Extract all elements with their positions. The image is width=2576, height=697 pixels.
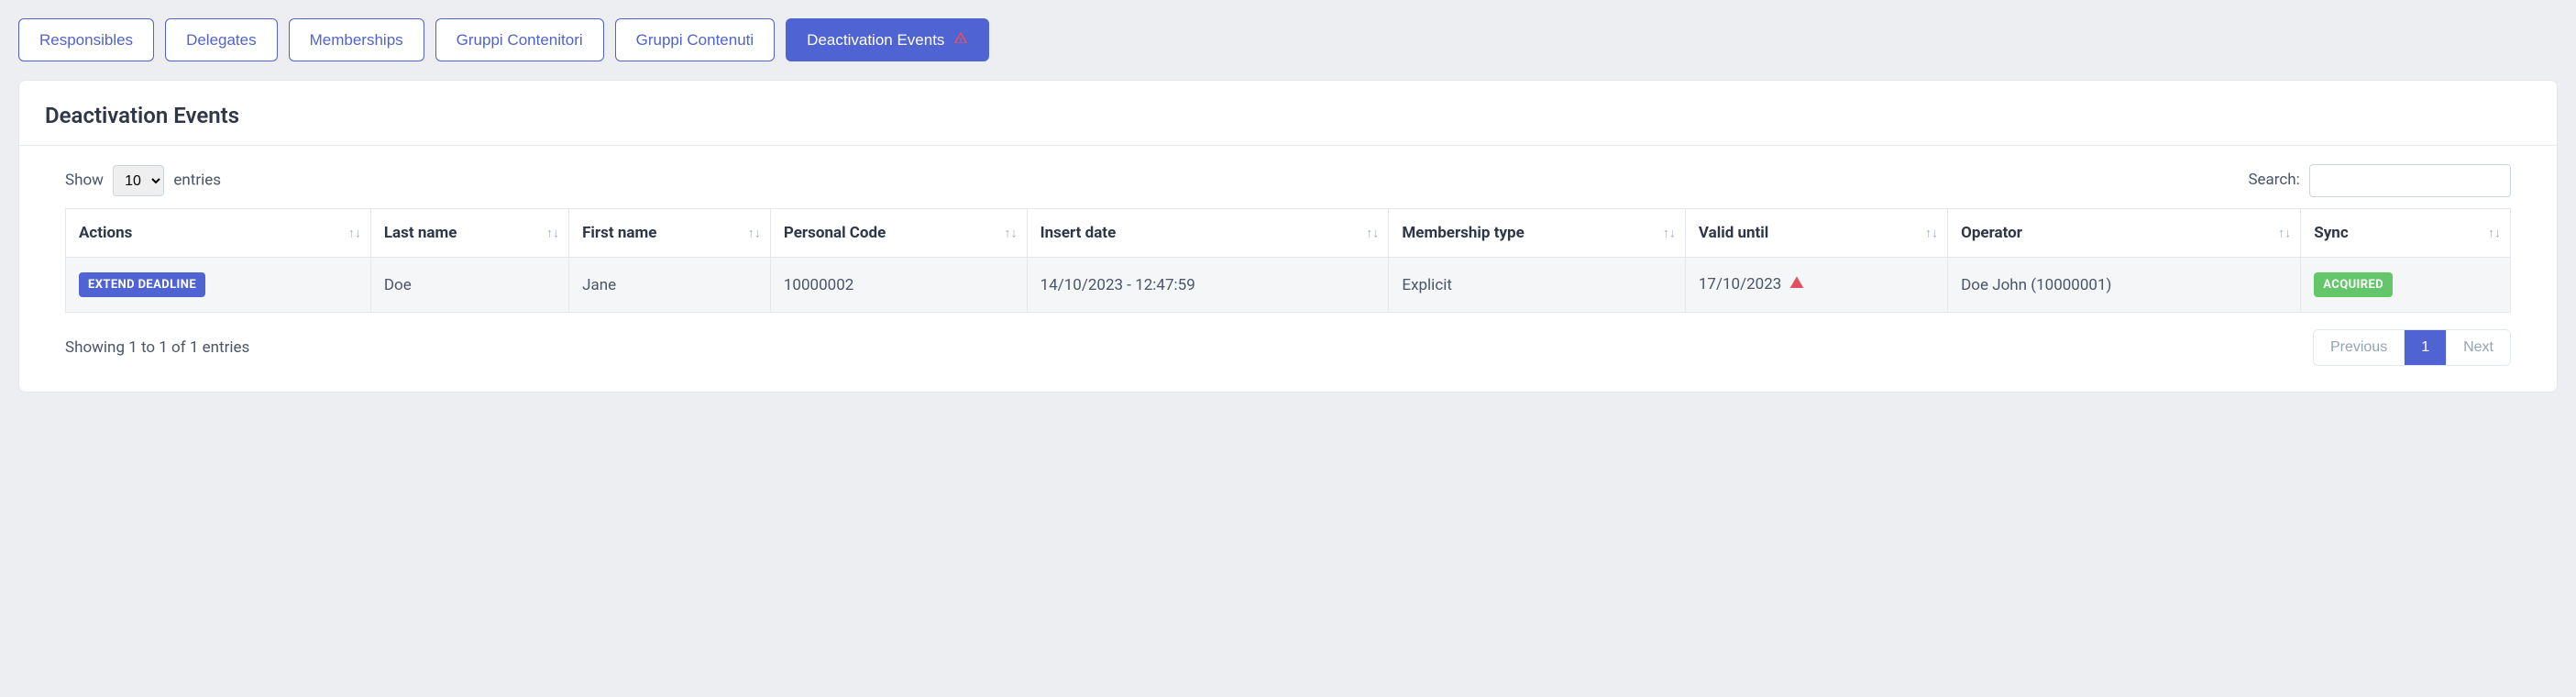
sort-icon: ↑↓ xyxy=(1925,226,1938,241)
table-info: Showing 1 to 1 of 1 entries xyxy=(65,338,249,357)
pagination: Previous 1 Next xyxy=(2313,329,2511,366)
tab-deactivation-events[interactable]: Deactivation Events xyxy=(786,18,989,61)
cell-valid-until: 17/10/2023 xyxy=(1685,258,1947,313)
table-footer: Showing 1 to 1 of 1 entries Previous 1 N… xyxy=(19,313,2557,392)
sync-badge: ACQUIRED xyxy=(2314,272,2393,297)
cell-personal-code: 10000002 xyxy=(770,258,1027,313)
entries-length-control: Show 10 entries xyxy=(65,165,221,196)
col-operator[interactable]: Operator ↑↓ xyxy=(1948,209,2301,258)
tab-responsibles[interactable]: Responsibles xyxy=(18,18,154,61)
col-actions[interactable]: Actions ↑↓ xyxy=(66,209,371,258)
col-first-name[interactable]: First name ↑↓ xyxy=(569,209,771,258)
col-last-name[interactable]: Last name ↑↓ xyxy=(370,209,568,258)
sort-icon: ↑↓ xyxy=(546,226,559,241)
table-row: EXTEND DEADLINE Doe Jane 10000002 14/10/… xyxy=(66,258,2511,313)
search-control: Search: xyxy=(2248,164,2511,197)
panel-title: Deactivation Events xyxy=(19,81,2557,146)
page-next[interactable]: Next xyxy=(2446,330,2510,365)
page-previous[interactable]: Previous xyxy=(2314,330,2404,365)
search-label: Search: xyxy=(2248,171,2299,189)
cell-last-name: Doe xyxy=(370,258,568,313)
col-personal-code[interactable]: Personal Code ↑↓ xyxy=(770,209,1027,258)
cell-first-name: Jane xyxy=(569,258,771,313)
cell-operator: Doe John (10000001) xyxy=(1948,258,2301,313)
cell-insert-date: 14/10/2023 - 12:47:59 xyxy=(1027,258,1389,313)
show-label: Show xyxy=(65,171,104,190)
col-membership-type[interactable]: Membership type ↑↓ xyxy=(1389,209,1685,258)
col-valid-until[interactable]: Valid until ↑↓ xyxy=(1685,209,1947,258)
warning-icon xyxy=(953,30,968,50)
warning-icon xyxy=(1789,275,1804,294)
sort-icon: ↑↓ xyxy=(748,226,761,241)
sort-icon: ↑↓ xyxy=(1005,226,1018,241)
deactivation-events-table: Actions ↑↓ Last name ↑↓ First name ↑↓ Pe… xyxy=(65,208,2511,313)
tab-delegates[interactable]: Delegates xyxy=(165,18,278,61)
tab-memberships[interactable]: Memberships xyxy=(289,18,424,61)
extend-deadline-button[interactable]: EXTEND DEADLINE xyxy=(79,272,205,297)
deactivation-events-panel: Deactivation Events Show 10 entries Sear… xyxy=(18,80,2558,393)
tab-gruppi-contenuti[interactable]: Gruppi Contenuti xyxy=(615,18,776,61)
sort-icon: ↑↓ xyxy=(1366,226,1379,241)
search-input[interactable] xyxy=(2309,164,2511,197)
entries-label: entries xyxy=(173,171,221,190)
tab-gruppi-contenitori[interactable]: Gruppi Contenitori xyxy=(435,18,604,61)
sort-icon: ↑↓ xyxy=(348,226,361,241)
page-1[interactable]: 1 xyxy=(2404,330,2446,365)
cell-membership-type: Explicit xyxy=(1389,258,1685,313)
tabs: Responsibles Delegates Memberships Grupp… xyxy=(18,18,2558,61)
col-insert-date[interactable]: Insert date ↑↓ xyxy=(1027,209,1389,258)
tab-label: Deactivation Events xyxy=(807,31,944,50)
col-sync[interactable]: Sync ↑↓ xyxy=(2301,209,2511,258)
entries-select[interactable]: 10 xyxy=(113,165,164,196)
sort-icon: ↑↓ xyxy=(2488,226,2501,241)
table-controls: Show 10 entries Search: xyxy=(19,146,2557,208)
sort-icon: ↑↓ xyxy=(2278,226,2291,241)
sort-icon: ↑↓ xyxy=(1663,226,1676,241)
